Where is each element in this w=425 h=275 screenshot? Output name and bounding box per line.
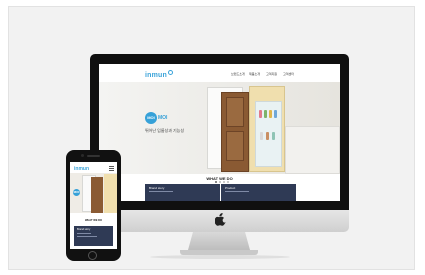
- presentation-frame: inmun 브랜드소개 제품소개 고객지원 고객센터 MOI MOI 뛰어난 임…: [8, 6, 415, 270]
- nav-item-support[interactable]: 고객지원: [266, 72, 277, 76]
- mobile-hero-badge: MOI: [73, 189, 80, 196]
- mobile-hero-wood-fridge: [91, 177, 103, 213]
- slider-dot-active[interactable]: [215, 181, 217, 183]
- speaker-icon: [87, 155, 100, 157]
- card-divider: [225, 191, 249, 192]
- hamburger-menu-icon[interactable]: [109, 166, 114, 172]
- card-product[interactable]: Product: [221, 184, 296, 201]
- hero-image-cream-fridge: [249, 86, 285, 172]
- slider-dot[interactable]: [219, 181, 221, 183]
- mobile-hero: MOI: [70, 173, 117, 213]
- card-divider: [149, 191, 173, 192]
- desktop-mockup: inmun 브랜드소개 제품소개 고객지원 고객센터 MOI MOI 뛰어난 임…: [90, 54, 349, 259]
- bottle-icon: [264, 110, 267, 118]
- camera-icon: [81, 154, 84, 157]
- section-title: WHAT WE DO: [206, 176, 233, 181]
- slider-dot[interactable]: [227, 181, 229, 183]
- desktop-screen: inmun 브랜드소개 제품소개 고객지원 고객센터 MOI MOI 뛰어난 임…: [99, 64, 340, 201]
- hero-badge-text: MOI: [158, 115, 168, 121]
- hero-banner: MOI MOI 뛰어난 임룸성과 기능성: [99, 82, 340, 183]
- bottle-icon: [260, 132, 263, 140]
- bottle-icon: [259, 110, 262, 118]
- monitor-shadow: [150, 255, 290, 259]
- hero-image-wood-fridge: [221, 92, 249, 172]
- card-divider: [77, 236, 97, 237]
- wood-door-panel: [226, 131, 244, 161]
- bottle-icon: [269, 110, 272, 118]
- card-label: Brand story: [149, 186, 165, 190]
- hero-image-cabinet: [285, 126, 340, 174]
- nav-item-products[interactable]: 제품소개: [249, 72, 260, 76]
- mobile-card-brand-story[interactable]: Brand story: [74, 226, 113, 246]
- card-divider: [77, 233, 91, 234]
- mobile-hero-cream-fridge: [104, 174, 117, 213]
- home-button-icon[interactable]: [88, 251, 97, 260]
- card-brand-story[interactable]: Brand story: [145, 184, 220, 201]
- mobile-screen: inmun MOI WHAT WE DO Brand story: [70, 162, 117, 249]
- mobile-card-label: Brand story: [77, 228, 91, 231]
- bottle-icon: [266, 132, 269, 140]
- site-header: inmun 브랜드소개 제품소개 고객지원 고객센터: [99, 64, 340, 82]
- hero-badge: MOI: [145, 112, 157, 124]
- site-logo-text: inmun: [145, 72, 167, 79]
- wood-door-panel: [226, 97, 244, 127]
- slider-dot[interactable]: [223, 181, 225, 183]
- card-label: Product: [225, 186, 236, 190]
- nav-item-center[interactable]: 고객센터: [283, 72, 294, 76]
- nav-item-brand[interactable]: 브랜드소개: [231, 72, 245, 76]
- mobile-logo[interactable]: inmun: [74, 166, 89, 172]
- fridge-glass-shelf: [255, 101, 282, 167]
- mobile-mockup: inmun MOI WHAT WE DO Brand story: [66, 150, 121, 261]
- hero-subtitle: 뛰어난 임룸성과 기능성: [145, 128, 185, 133]
- monitor-stand-neck: [188, 232, 250, 250]
- bottle-icon: [274, 110, 277, 118]
- apple-logo-icon: [213, 213, 227, 227]
- bottle-icon: [272, 132, 275, 140]
- site-logo[interactable]: inmun: [145, 70, 173, 79]
- logo-mark-icon: [168, 70, 173, 75]
- mobile-section-title: WHAT WE DO: [84, 219, 103, 222]
